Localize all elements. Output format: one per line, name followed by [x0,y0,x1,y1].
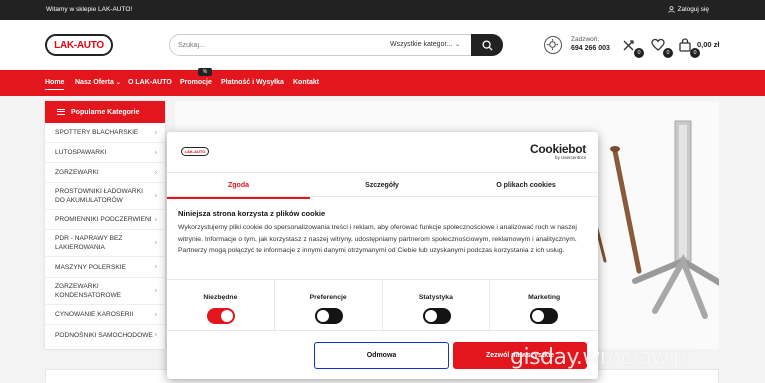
main-nav: Home Nasz Oferta ⌄ O LAK-AUTO Promocje P… [0,70,765,96]
cookie-description: Wykorzystujemy pliki cookie do spersonal… [178,224,577,255]
cookiebot-logo-text: Cookiebot [530,142,586,156]
consent-toggles: Niezbędne Preferencje Statystyka Marketi… [167,279,598,332]
sidebar-item-spotters[interactable]: SPOTTERY BLACHARSKIE › [45,123,165,143]
chevron-right-icon: › [154,239,157,247]
nav-payment-shipping[interactable]: Płatność i Wysyłka [221,79,284,86]
sidebar-item-chargers[interactable]: PROSTOWNIKI ŁADOWARKI DO AKUMULATORÓW › [45,183,165,210]
nav-home[interactable]: Home [45,79,65,90]
top-bar: Witamy w sklepie LAK-AUTO! Zaloguj się [0,0,765,20]
toggle-group-statistics: Statystyka [383,280,491,332]
phone-label: Zadzwoń: [571,36,600,43]
toggle-group-preferences: Preferencje [275,280,383,332]
chevron-right-icon: › [154,263,157,271]
cart-total[interactable]: 0,00 zł [697,40,720,49]
search-bar: Wszystkie kategor... ⌄ [169,34,503,56]
sidebar-item-label: PROSTOWNIKI ŁADOWARKI DO AKUMULATORÓW [55,188,143,204]
sidebar-title: Popularne Kategorie [71,108,140,116]
marketing-toggle[interactable] [530,308,559,324]
site-logo[interactable]: LAK-AUTO [45,34,113,56]
toggle-knob [424,310,437,322]
toggle-knob [316,310,329,322]
logo-text: LAK-AUTO [54,39,104,51]
compare-button[interactable]: 0 [622,38,644,58]
cookie-consent-dialog: LAK-AUTO Cookiebot by Usercentrics Zgoda… [167,132,598,379]
login-label: Zaloguj się [677,6,709,13]
toggle-label: Preferencje [309,294,347,301]
sidebar-item-label: CYNOWANIE KAROSERII [55,311,134,318]
wishlist-count-badge: 0 [663,48,673,58]
sidebar-item-label: PDR - NAPRAWY BEZ LAKIEROWANIA [55,235,123,251]
login-link[interactable]: Zaloguj się [667,6,709,13]
cart-count-badge: 0 [690,48,700,58]
menu-icon [57,109,65,115]
chevron-down-icon: ⌄ [455,42,461,48]
sidebar-item-tinning[interactable]: CYNOWANIE KAROSERII › [45,305,165,325]
cart-button[interactable]: 0 [678,38,700,58]
sidebar-item-polishers[interactable]: MASZYNY POLERSKIE › [45,257,165,278]
sidebar-header[interactable]: Popularne Kategorie [45,101,165,123]
search-input[interactable] [178,39,378,52]
sidebar-item-car-lifts[interactable]: PODNOŚNIKI SAMOCHODOWE › [45,325,165,345]
toggle-label: Statystyka [418,294,453,301]
chevron-right-icon: › [154,331,157,339]
phone-support-icon [544,36,562,54]
toggle-knob [221,310,233,322]
sidebar-item-welders[interactable]: ZGRZEWARKI › [45,163,165,183]
modal-logo-text: LAK-AUTO [184,149,206,154]
welcome-text: Witamy w sklepie LAK-AUTO! [46,6,133,13]
toggle-knob [532,310,545,322]
watermark: gisday.wroclaw.pl [510,345,693,370]
nav-offer-label: Nasz Oferta [75,79,114,86]
nav-offer[interactable]: Nasz Oferta ⌄ [75,79,121,86]
categories-sidebar: Popularne Kategorie SPOTTERY BLACHARSKIE… [45,101,165,349]
sidebar-item-label: ZGRZEWARKI KONDENSATOROWE [55,283,122,299]
chevron-right-icon: › [154,129,157,136]
nav-promotions[interactable]: Promocje [180,79,212,86]
search-button[interactable] [471,34,503,56]
tab-details[interactable]: Szczegóły [310,173,454,198]
sidebar-item-label: PROMIENNIKI PODCZERWIENI [55,216,152,223]
nav-about[interactable]: O LAK-AUTO [128,79,172,86]
nav-contact[interactable]: Kontakt [293,79,319,86]
toggle-label: Niezbędne [203,294,238,301]
sidebar-item-label: ZGRZEWARKI [55,169,99,176]
sidebar-item-infrared[interactable]: PROMIENNIKI PODCZERWIENI › [45,210,165,230]
sidebar-item-soldering[interactable]: LUTOSPAWARKI › [45,143,165,163]
chevron-right-icon: › [154,169,157,176]
chevron-right-icon: › [154,287,157,295]
user-icon [667,6,675,13]
promo-badge: % [198,68,212,76]
preferences-toggle[interactable] [314,308,343,324]
tab-consent[interactable]: Zgoda [167,173,310,199]
deny-button[interactable]: Odmowa [314,342,449,369]
wishlist-button[interactable]: 0 [651,38,673,58]
compare-count-badge: 0 [634,48,644,58]
sidebar-item-pdr[interactable]: PDR - NAPRAWY BEZ LAKIEROWANIA › [45,230,165,257]
sidebar-item-label: SPOTTERY BLACHARSKIE [55,129,139,136]
toggle-group-marketing: Marketing [490,280,598,332]
modal-site-logo: LAK-AUTO [181,147,209,156]
search-icon [481,39,493,51]
toggle-label: Marketing [528,294,561,301]
phone-number[interactable]: 694 266 003 [571,45,610,52]
search-category-select[interactable]: Wszystkie kategor... [390,41,452,48]
necessary-toggle[interactable] [207,308,235,324]
chevron-right-icon: › [154,192,157,200]
chevron-right-icon: › [154,216,157,223]
sidebar-item-label: MASZYNY POLERSKIE [55,263,126,271]
sidebar-item-label: LUTOSPAWARKI [55,149,107,156]
chevron-down-icon: ⌄ [115,80,121,86]
sidebar-item-capacitor-welders[interactable]: ZGRZEWARKI KONDENSATOROWE › [45,278,165,305]
chevron-right-icon: › [154,311,157,318]
cookiebot-brand[interactable]: Cookiebot by Usercentrics [530,142,586,160]
statistics-toggle[interactable] [422,308,451,324]
sidebar-item-label: PODNOŚNIKI SAMOCHODOWE [55,331,153,339]
header: LAK-AUTO Wszystkie kategor... ⌄ Zadzwoń:… [0,20,765,70]
cookie-tabs: Zgoda Szczegóły O plikach cookies [167,172,598,199]
cookie-title: Niniejsza strona korzysta z plików cooki… [178,209,326,218]
toggle-group-necessary: Niezbędne [167,280,275,332]
chevron-right-icon: › [154,149,157,156]
tab-about-cookies[interactable]: O plikach cookies [454,173,598,198]
